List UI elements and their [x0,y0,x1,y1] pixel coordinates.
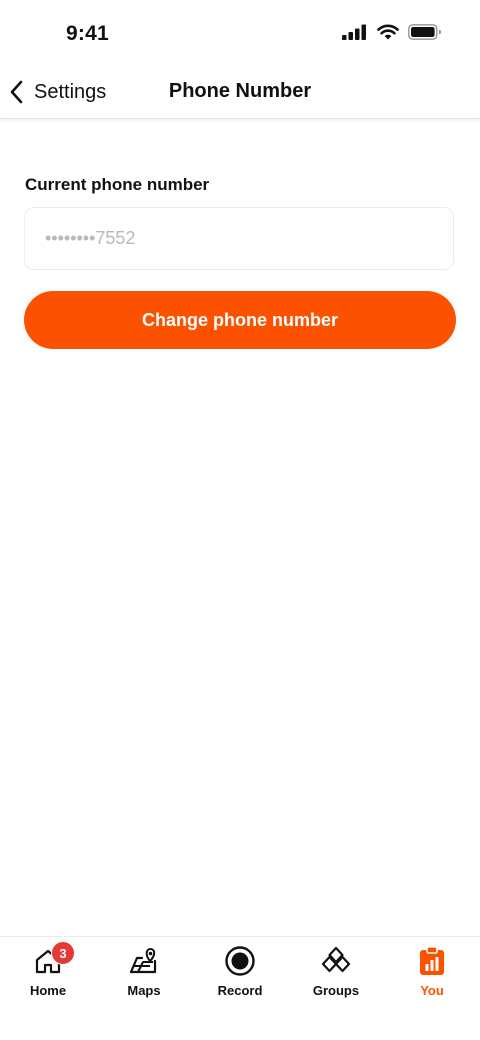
change-phone-number-button[interactable]: Change phone number [24,291,456,349]
page-title: Phone Number [168,80,312,102]
tab-you-label: You [420,983,444,998]
home-icon-wrap: 3 [32,941,75,977]
tab-groups[interactable]: Groups [288,945,384,1005]
status-icons [342,24,442,40]
tab-maps-label: Maps [127,983,161,998]
battery-icon [408,24,441,40]
cellular-signal-icon [342,24,366,40]
maps-icon-wrap [128,945,160,977]
tab-record[interactable]: Record [192,945,288,1005]
groups-icon [321,946,351,973]
maps-icon [129,948,157,974]
current-phone-field[interactable] [24,207,454,270]
tab-you[interactable]: You [384,945,480,1005]
tab-groups-label: Groups [312,983,360,998]
current-phone-label: Current phone number [25,175,210,194]
tab-bar: 3 Home Maps Record Groups You [0,936,480,1040]
tab-home-label: Home [29,983,67,998]
you-icon [420,946,444,975]
record-icon-wrap [224,945,256,977]
wifi-icon [377,24,399,40]
phone-number-screen: 9:41 Settings Phone Number Current phone… [0,0,480,1040]
groups-icon-wrap [320,945,352,977]
tab-maps[interactable]: Maps [96,945,192,1005]
tab-record-label: Record [217,983,263,998]
record-icon [225,946,255,976]
status-bar: 9:41 [0,0,480,62]
nav-header: Settings Phone Number [0,62,480,119]
tab-home[interactable]: 3 Home [0,941,96,1005]
notification-badge: 3 [51,941,75,965]
you-icon-wrap [416,945,448,977]
status-time: 9:41 [66,22,109,45]
